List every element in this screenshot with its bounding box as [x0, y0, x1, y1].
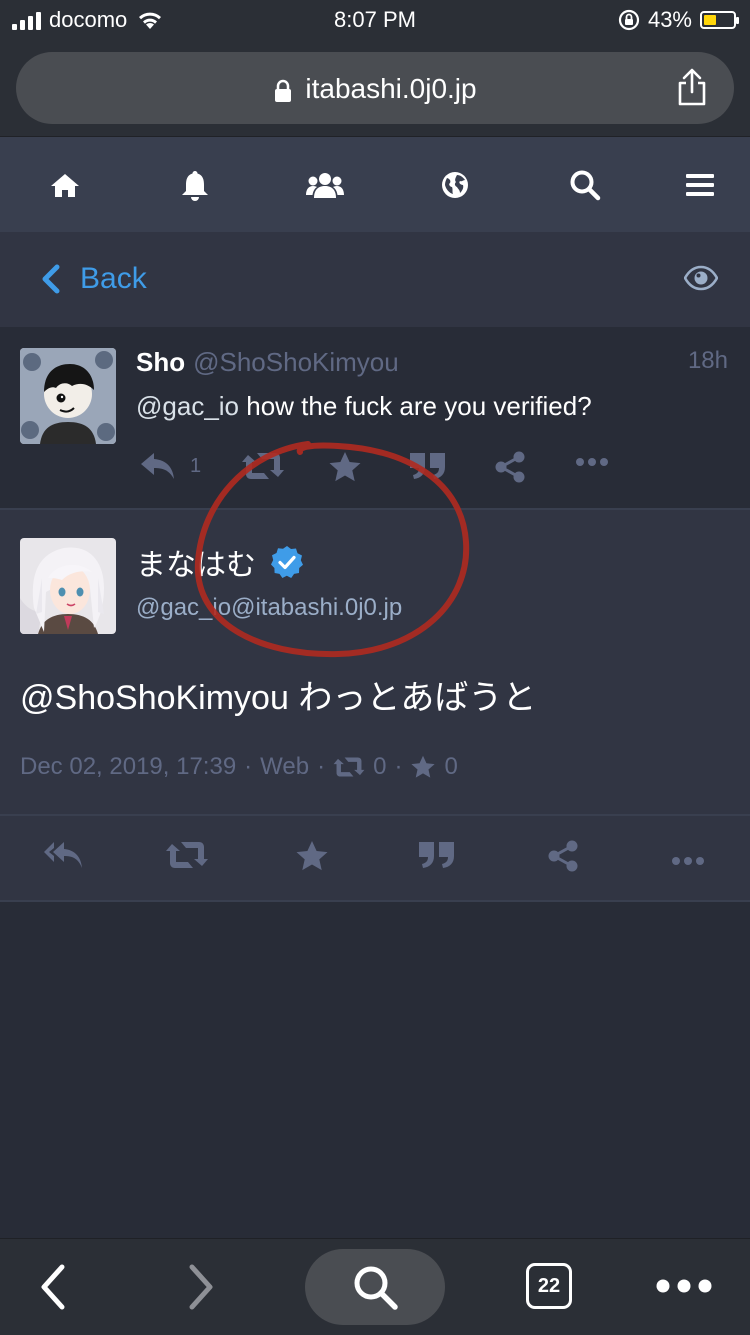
more-button[interactable] — [672, 853, 704, 871]
retweet-icon — [166, 842, 208, 868]
reblog-count[interactable]: 0 — [373, 753, 386, 781]
retweet-icon — [242, 453, 284, 479]
battery-percent: 43% — [647, 7, 692, 32]
browser-back-icon[interactable] — [38, 1263, 68, 1311]
battery-fill — [704, 15, 716, 25]
more-button[interactable] — [576, 457, 608, 467]
search-icon — [354, 1266, 398, 1310]
reply-count: 1 — [190, 454, 202, 477]
status-date[interactable]: Dec 02, 2019, 17:39 — [20, 753, 236, 781]
account-handle[interactable]: @gac_io@itabashi.0j0.jp — [136, 594, 402, 622]
mention-link[interactable]: @ShoShoKimyou — [20, 679, 289, 717]
status-application: Web — [260, 753, 310, 780]
star-icon — [411, 755, 436, 778]
status-content: @ShoShoKimyou わっとあばうと — [20, 670, 536, 719]
lock-icon — [275, 79, 292, 102]
browser-forward-icon[interactable] — [186, 1263, 216, 1311]
home-icon[interactable] — [47, 167, 83, 203]
display-name[interactable]: まなはむ — [136, 540, 304, 584]
status-meta: Dec 02, 2019, 17:39 · Web · 0 · 0 — [20, 753, 458, 781]
account-handle: @ShoShoKimyou — [193, 347, 399, 377]
share-nodes-icon — [495, 451, 525, 483]
share-icon[interactable] — [676, 68, 708, 106]
tabs-button[interactable]: 22 — [526, 1263, 572, 1309]
address-bar[interactable]: itabashi.0j0.jp — [16, 52, 734, 124]
status-text: how the fuck are you verified? — [239, 391, 592, 421]
quote-button[interactable] — [419, 840, 455, 875]
favourite-button[interactable] — [295, 840, 329, 877]
display-name-text: Sho — [136, 347, 186, 377]
users-icon[interactable] — [305, 167, 345, 203]
verified-badge-icon — [271, 546, 303, 578]
meta-separator: · — [244, 753, 253, 780]
status-text: わっとあばうと — [288, 679, 537, 717]
menu-icon[interactable] — [682, 167, 718, 203]
meta-separator: · — [394, 753, 403, 780]
detailed-status-action-bar — [0, 814, 750, 902]
reply-all-icon — [44, 842, 82, 868]
meta-separator: · — [317, 753, 326, 780]
browser-menu-ellipsis-icon[interactable] — [656, 1279, 712, 1293]
back-button[interactable]: Back — [40, 262, 147, 296]
detailed-status: まなはむ @gac_io@itabashi.0j0.jp @ShoShoKimy… — [0, 510, 750, 814]
browser-toolbar: itabashi.0j0.jp — [0, 40, 750, 137]
avatar-image — [20, 538, 116, 634]
globe-icon[interactable] — [437, 167, 473, 203]
status-content: @gac_io how the fuck are you verified? — [136, 391, 592, 422]
rotation-lock-icon — [618, 9, 640, 31]
address-text-wrap: itabashi.0j0.jp — [16, 73, 734, 105]
battery-group: 43% — [618, 7, 739, 33]
eye-icon[interactable] — [684, 265, 718, 291]
ellipsis-icon — [672, 857, 704, 865]
bell-icon[interactable] — [177, 167, 213, 203]
reply-button[interactable]: 1 — [140, 451, 201, 481]
display-name-text: まなはむ — [136, 549, 256, 582]
share-nodes-icon — [548, 840, 578, 872]
quote-icon — [410, 453, 445, 479]
reply-icon — [141, 453, 174, 479]
retweet-icon — [333, 757, 365, 777]
avatar[interactable] — [20, 538, 116, 634]
mention-link[interactable]: @gac_io — [136, 391, 239, 421]
favourite-button[interactable] — [328, 451, 362, 483]
quote-icon — [419, 842, 454, 868]
ellipsis-icon — [576, 458, 608, 466]
address-text: itabashi.0j0.jp — [305, 73, 477, 104]
ios-status-bar: docomo 8:07 PM 43% — [0, 0, 750, 40]
column-back-bar: Back — [0, 232, 750, 327]
back-label: Back — [80, 262, 147, 295]
boost-button[interactable] — [166, 840, 208, 875]
browser-search-button[interactable] — [305, 1249, 445, 1325]
star-icon — [296, 841, 328, 871]
ancestor-status[interactable]: Sho @ShoShoKimyou 18h @gac_io how the fuc… — [0, 327, 750, 510]
boost-button[interactable] — [242, 451, 284, 481]
quote-button[interactable] — [410, 451, 446, 481]
share-button[interactable] — [494, 451, 526, 483]
search-icon[interactable] — [567, 167, 603, 203]
favourite-count[interactable]: 0 — [444, 753, 457, 781]
display-name[interactable]: Sho @ShoShoKimyou — [136, 347, 399, 378]
battery-icon — [700, 11, 739, 29]
avatar-image — [20, 348, 116, 444]
relative-time[interactable]: 18h — [688, 347, 728, 375]
reply-all-button[interactable] — [44, 840, 84, 877]
share-button[interactable] — [547, 840, 579, 877]
avatar[interactable] — [20, 348, 116, 444]
browser-bottom-bar: 22 — [0, 1238, 750, 1335]
chevron-left-icon — [42, 264, 60, 294]
star-icon — [329, 452, 361, 482]
top-navigation — [0, 137, 750, 232]
